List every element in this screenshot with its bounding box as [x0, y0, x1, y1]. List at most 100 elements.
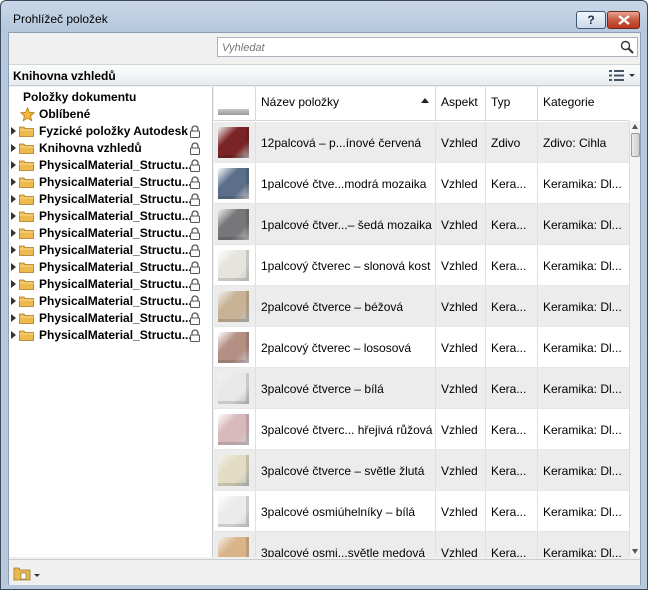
expand-arrow-icon[interactable]	[11, 331, 16, 339]
scroll-up-icon[interactable]	[632, 124, 638, 129]
tree-item-label: Oblíbené	[39, 107, 91, 121]
table-row[interactable]: 3palcové čtverce – bílá Vzhled Kera... Kera…	[214, 368, 629, 409]
thumbnail-cell	[214, 409, 256, 449]
tree-folder-label: PhysicalMaterial_Structu...	[39, 294, 192, 308]
tree-folder-item[interactable]: Fyzické položky Autodesk	[9, 123, 213, 140]
tree-folder-item[interactable]: PhysicalMaterial_Structu...	[9, 293, 213, 310]
tree-folder-item[interactable]: PhysicalMaterial_Structu...	[9, 327, 213, 344]
column-category-label: Kategorie	[543, 95, 595, 109]
expand-arrow-icon[interactable]	[11, 144, 16, 152]
close-button[interactable]	[607, 11, 640, 29]
type-cell: Zdivo	[486, 122, 538, 162]
item-category: Keramika: Dl...	[543, 505, 622, 519]
tree-folder-item[interactable]: PhysicalMaterial_Structu...	[9, 310, 213, 327]
help-button[interactable]: ?	[576, 11, 606, 29]
expand-arrow-icon[interactable]	[11, 297, 16, 305]
expand-arrow-icon[interactable]	[11, 161, 16, 169]
name-cell: 3palcové čtverce – světle žlutá	[256, 450, 436, 490]
column-header-type[interactable]: Typ	[486, 87, 538, 121]
type-cell: Kera...	[486, 450, 538, 490]
item-category: Keramika: Dl...	[543, 300, 622, 314]
window-title: Prohlížeč položek	[13, 12, 108, 26]
view-options-button[interactable]	[608, 67, 636, 84]
column-name-label: Název položky	[261, 95, 340, 109]
item-aspect: Vzhled	[441, 300, 478, 314]
item-aspect: Vzhled	[441, 423, 478, 437]
table-row[interactable]: 3palcové čtverce – světle žlutá Vzhled Ker…	[214, 450, 629, 491]
column-header-name[interactable]: Název položky	[256, 87, 436, 121]
folder-icon	[19, 245, 34, 256]
lock-icon	[190, 261, 200, 274]
tree-folder-item[interactable]: PhysicalMaterial_Structu...	[9, 174, 213, 191]
client-area: Knihovna vzhledů Položky dokumentu	[8, 32, 641, 585]
expand-arrow-icon[interactable]	[11, 263, 16, 271]
library-menu-button[interactable]	[13, 565, 41, 581]
expand-arrow-icon[interactable]	[11, 195, 16, 203]
search-box[interactable]	[217, 37, 638, 57]
expand-arrow-icon[interactable]	[11, 127, 16, 135]
folder-icon	[19, 143, 34, 154]
aspect-cell: Vzhled	[436, 327, 486, 367]
tree-folder-label: PhysicalMaterial_Structu...	[39, 175, 192, 189]
item-aspect: Vzhled	[441, 136, 478, 150]
tree-folder-item[interactable]: PhysicalMaterial_Structu...	[9, 259, 213, 276]
tree-folder-item[interactable]: Knihovna vzhledů	[9, 140, 213, 157]
expand-arrow-icon[interactable]	[11, 280, 16, 288]
type-cell: Kera...	[486, 327, 538, 367]
expand-arrow-icon[interactable]	[11, 314, 16, 322]
type-cell: Kera...	[486, 532, 538, 557]
tree-folder-label: PhysicalMaterial_Structu...	[39, 328, 192, 342]
tree-folder-item[interactable]: PhysicalMaterial_Structu...	[9, 225, 213, 242]
search-input[interactable]	[222, 40, 612, 55]
folder-icon	[19, 330, 34, 341]
scrollbar-thumb[interactable]	[631, 133, 640, 157]
expand-arrow-icon[interactable]	[11, 212, 16, 220]
table-row[interactable]: 2palcové čtverce – béžová Vzhled Kera... Ke…	[214, 286, 629, 327]
table-row[interactable]: 1palcové čtver...– šedá mozaika Vzhled Ker…	[214, 204, 629, 245]
table-row[interactable]: 3palcové osmi...světle medová Vzhled Kera.…	[214, 532, 629, 557]
tree-folder-item[interactable]: PhysicalMaterial_Structu...	[9, 242, 213, 259]
title-bar[interactable]: Prohlížeč položek ?	[1, 1, 647, 33]
item-name: 1palcové čtve...modrá mozaika	[261, 177, 427, 191]
material-swatch	[218, 168, 249, 199]
tree-item-favorites[interactable]: Oblíbené	[9, 106, 213, 123]
item-name: 3palcové čtverc... hřejivá růžová	[261, 423, 433, 437]
column-header-aspect[interactable]: Aspekt	[436, 87, 486, 121]
material-swatch	[218, 332, 249, 363]
item-category: Keramika: Dl...	[543, 218, 622, 232]
expand-arrow-icon[interactable]	[11, 246, 16, 254]
expand-arrow-icon[interactable]	[11, 229, 16, 237]
tree-folder-item[interactable]: PhysicalMaterial_Structu...	[9, 157, 213, 174]
tree-folder-item[interactable]: PhysicalMaterial_Structu...	[9, 191, 213, 208]
column-header-thumbnail[interactable]	[214, 87, 256, 121]
table-row[interactable]: 3palcové osmiúhelníky – bílá Vzhled Kera..…	[214, 491, 629, 532]
category-cell: Keramika: Dl...	[538, 286, 629, 326]
table-header: Název položky Aspekt Typ Kategorie	[214, 87, 629, 121]
scroll-down-icon[interactable]	[632, 549, 638, 554]
item-aspect: Vzhled	[441, 259, 478, 273]
material-swatch	[218, 455, 249, 486]
table-row[interactable]: 3palcové čtverc... hřejivá růžová Vzhled K…	[214, 409, 629, 450]
tree-item-document-items[interactable]: Položky dokumentu	[9, 89, 213, 106]
table-row[interactable]: 1palcový čtverec – slonová kost Vzhled Ker…	[214, 245, 629, 286]
item-type: Kera...	[491, 423, 527, 437]
tree-folder-item[interactable]: PhysicalMaterial_Structu...	[9, 208, 213, 225]
item-aspect: Vzhled	[441, 546, 478, 557]
item-aspect: Vzhled	[441, 382, 478, 396]
material-swatch	[218, 250, 249, 281]
tree-folder-item[interactable]: PhysicalMaterial_Structu...	[9, 276, 213, 293]
table-row[interactable]: 2palcový čtverec – lososová Vzhled Kera...…	[214, 327, 629, 368]
lock-icon	[190, 312, 200, 325]
item-name: 12palcová – p...ínové červená	[261, 136, 422, 150]
search-icon[interactable]	[620, 40, 634, 54]
category-cell: Keramika: Dl...	[538, 245, 629, 285]
item-category: Keramika: Dl...	[543, 341, 622, 355]
column-header-category[interactable]: Kategorie	[538, 87, 629, 121]
table-row[interactable]: 1palcové čtve...modrá mozaika Vzhled Kera.…	[214, 163, 629, 204]
expand-arrow-icon[interactable]	[11, 178, 16, 186]
vertical-scrollbar[interactable]	[629, 121, 640, 557]
table-row[interactable]: 12palcová – p...ínové červená Vzhled Zdivo…	[214, 122, 629, 163]
library-header: Knihovna vzhledů	[9, 64, 640, 86]
list-view-icon	[609, 70, 624, 81]
item-type: Kera...	[491, 300, 527, 314]
